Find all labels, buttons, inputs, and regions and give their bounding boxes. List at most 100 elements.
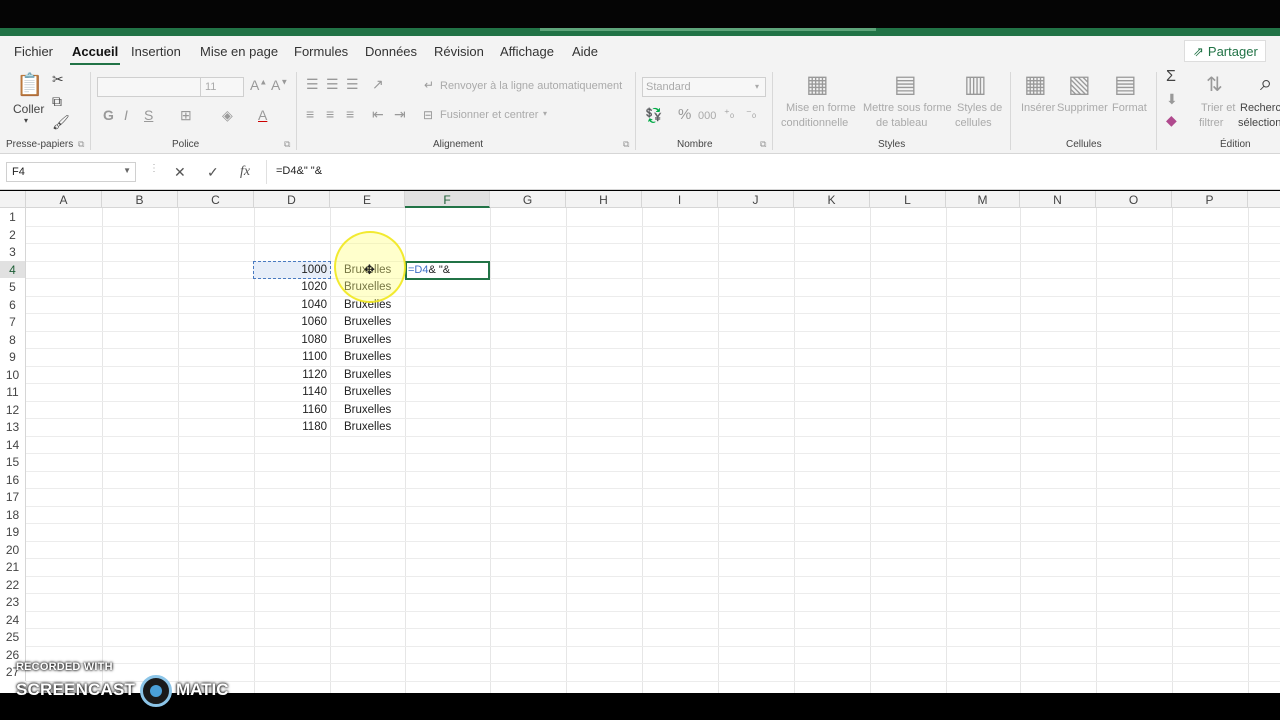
tab-revision[interactable]: Révision — [434, 44, 484, 59]
bold-button[interactable]: G — [103, 107, 114, 123]
cell-d6[interactable]: 1040 — [254, 296, 330, 314]
grow-font-icon[interactable]: A▲ — [250, 77, 267, 93]
tab-formules[interactable]: Formules — [294, 44, 348, 59]
column-header-i[interactable]: I — [642, 191, 718, 208]
copy-icon[interactable]: ⧉ — [52, 93, 62, 110]
paste-icon[interactable]: 📋 — [16, 72, 43, 98]
row-header-22[interactable]: 22 — [0, 575, 26, 593]
column-header-c[interactable]: C — [178, 191, 254, 208]
format-as-table-label-2[interactable]: de tableau — [876, 117, 927, 129]
decrease-decimal-icon[interactable]: ⁻₀ — [746, 107, 756, 120]
column-header-l[interactable]: L — [870, 191, 946, 208]
row-header-12[interactable]: 12 — [0, 400, 26, 418]
underline-button[interactable]: S — [144, 107, 153, 123]
cell-e13[interactable]: Bruxelles — [330, 418, 405, 436]
row-header-17[interactable]: 17 — [0, 488, 26, 506]
conditional-format-icon[interactable]: ▦ — [806, 70, 829, 99]
cell-d11[interactable]: 1140 — [254, 383, 330, 401]
row-header-8[interactable]: 8 — [0, 330, 26, 348]
tab-insertion[interactable]: Insertion — [131, 44, 181, 59]
align-right-icon[interactable]: ≡ — [346, 106, 354, 122]
column-header-o[interactable]: O — [1096, 191, 1172, 208]
row-header-11[interactable]: 11 — [0, 383, 26, 401]
increase-indent-icon[interactable]: ⇥ — [394, 106, 406, 123]
italic-button[interactable]: I — [124, 107, 128, 123]
cell-d10[interactable]: 1120 — [254, 366, 330, 384]
share-button[interactable]: ⇗ Partager — [1184, 40, 1266, 62]
cell-e11[interactable]: Bruxelles — [330, 383, 405, 401]
decrease-indent-icon[interactable]: ⇤ — [372, 106, 384, 123]
cell-e12[interactable]: Bruxelles — [330, 401, 405, 419]
cell-e7[interactable]: Bruxelles — [330, 313, 405, 331]
column-header-j[interactable]: J — [718, 191, 794, 208]
fill-color-icon[interactable]: ◈ — [222, 107, 233, 124]
row-header-21[interactable]: 21 — [0, 558, 26, 576]
cell-d5[interactable]: 1020 — [254, 278, 330, 296]
column-header-b[interactable]: B — [102, 191, 178, 208]
enter-icon[interactable]: ✓ — [207, 164, 219, 181]
sort-filter-label-2[interactable]: filtrer — [1199, 117, 1223, 129]
sort-filter-label-1[interactable]: Trier et — [1201, 102, 1235, 114]
align-top-icon[interactable]: ☰ — [306, 76, 319, 93]
row-header-20[interactable]: 20 — [0, 540, 26, 558]
sort-filter-icon[interactable]: ⇅ — [1206, 72, 1223, 97]
fill-icon[interactable]: ⬇ — [1166, 91, 1178, 108]
row-header-5[interactable]: 5 — [0, 278, 26, 296]
row-header-19[interactable]: 19 — [0, 523, 26, 541]
format-cells-button[interactable]: Format — [1112, 102, 1147, 114]
column-header-m[interactable]: M — [946, 191, 1020, 208]
percent-button[interactable]: % — [678, 106, 691, 123]
row-header-16[interactable]: 16 — [0, 470, 26, 488]
paste-dropdown-icon[interactable]: ▾ — [24, 116, 28, 125]
format-painter-icon[interactable]: 🖌 — [52, 114, 70, 131]
cancel-icon[interactable]: ✕ — [174, 164, 186, 181]
row-header-9[interactable]: 9 — [0, 348, 26, 366]
row-header-18[interactable]: 18 — [0, 505, 26, 523]
wrap-text-button[interactable]: Renvoyer à la ligne automatiquement — [440, 80, 622, 92]
select-all-corner[interactable] — [0, 191, 26, 208]
clipboard-launcher-icon[interactable]: ⧉ — [78, 139, 84, 150]
cell-e10[interactable]: Bruxelles — [330, 366, 405, 384]
row-header-1[interactable]: 1 — [0, 208, 26, 226]
align-middle-icon[interactable]: ☰ — [326, 76, 339, 93]
font-color-icon[interactable]: A — [258, 107, 267, 123]
clear-icon[interactable]: ◆ — [1166, 112, 1177, 129]
insert-cells-icon[interactable]: ▦ — [1024, 70, 1047, 99]
tab-mise-en-page[interactable]: Mise en page — [200, 44, 278, 59]
number-format-select[interactable]: Standard ▾ — [642, 77, 766, 97]
tab-accueil[interactable]: Accueil — [69, 44, 121, 65]
find-select-label-2[interactable]: sélection — [1238, 117, 1280, 129]
insert-function-icon[interactable]: fx — [240, 164, 250, 180]
shrink-font-icon[interactable]: A▼ — [271, 77, 288, 93]
cell-d4[interactable]: 1000 — [254, 261, 330, 279]
font-name-input[interactable] — [97, 77, 201, 97]
column-header-k[interactable]: K — [794, 191, 870, 208]
conditional-format-label-2[interactable]: conditionnelle — [781, 117, 848, 129]
cell-d9[interactable]: 1100 — [254, 348, 330, 366]
align-bottom-icon[interactable]: ☰ — [346, 76, 359, 93]
column-header-n[interactable]: N — [1020, 191, 1096, 208]
row-header-23[interactable]: 23 — [0, 593, 26, 611]
tab-fichier[interactable]: Fichier — [14, 44, 53, 59]
column-header-a[interactable]: A — [26, 191, 102, 208]
cell-d12[interactable]: 1160 — [254, 401, 330, 419]
formula-input[interactable]: =D4&" "& — [276, 165, 322, 177]
align-center-icon[interactable]: ≡ — [326, 106, 334, 122]
row-header-15[interactable]: 15 — [0, 453, 26, 471]
row-header-7[interactable]: 7 — [0, 313, 26, 331]
tab-donnees[interactable]: Données — [365, 44, 417, 59]
row-header-3[interactable]: 3 — [0, 243, 26, 261]
font-launcher-icon[interactable]: ⧉ — [284, 139, 290, 150]
row-header-13[interactable]: 13 — [0, 418, 26, 436]
column-header-p[interactable]: P — [1172, 191, 1248, 208]
find-select-icon[interactable]: ⌕ — [1260, 70, 1272, 96]
align-left-icon[interactable]: ≡ — [306, 106, 314, 122]
wrap-text-icon[interactable]: ↵ — [424, 78, 434, 92]
borders-icon[interactable]: ⊞ — [180, 107, 192, 124]
cell-styles-icon[interactable]: ▥ — [964, 70, 987, 99]
column-header-g[interactable]: G — [490, 191, 566, 208]
row-header-4[interactable]: 4 — [0, 260, 26, 278]
row-header-2[interactable]: 2 — [0, 225, 26, 243]
row-header-24[interactable]: 24 — [0, 610, 26, 628]
column-header-f[interactable]: F — [405, 191, 490, 208]
